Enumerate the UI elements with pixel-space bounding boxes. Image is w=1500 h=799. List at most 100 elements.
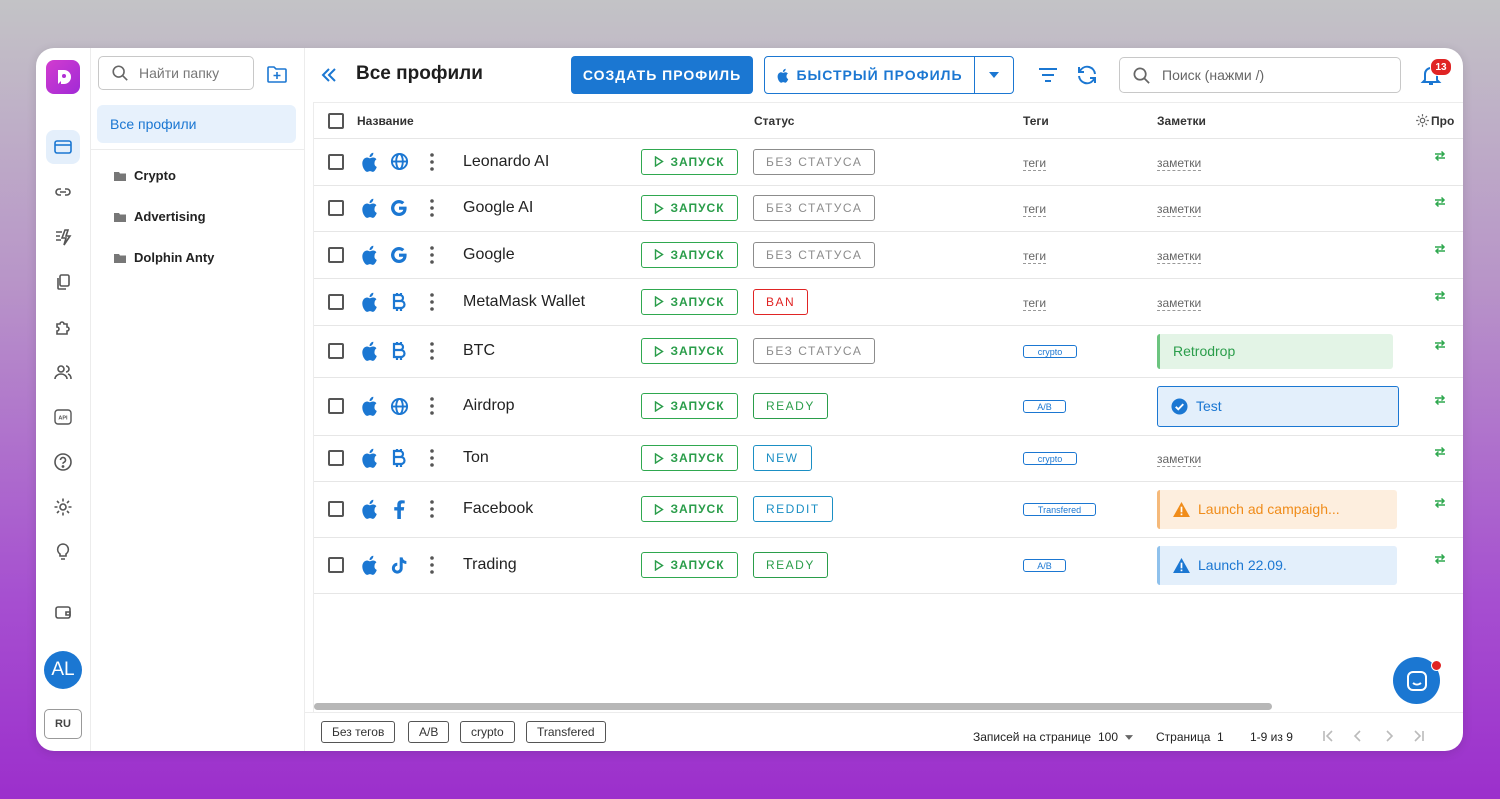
profile-name[interactable]: Airdrop (463, 397, 515, 415)
profile-search[interactable] (1119, 57, 1401, 93)
row-checkbox[interactable] (328, 398, 344, 414)
table-row[interactable]: BTC ЗАПУСК БЕЗ СТАТУСА crypto Retrodrop (314, 325, 1463, 378)
tag-placeholder[interactable]: теги (1023, 202, 1047, 217)
launch-button[interactable]: ЗАПУСК (641, 445, 738, 471)
more-vert-icon[interactable] (430, 500, 434, 518)
settings-nav[interactable] (46, 490, 80, 524)
column-tags[interactable]: Теги (1023, 114, 1049, 128)
tag-pill[interactable]: crypto (1023, 345, 1077, 358)
page-number[interactable]: 1 (1217, 730, 1224, 744)
caret-down-icon[interactable] (1125, 735, 1133, 740)
footer-tag-crypto[interactable]: crypto (460, 721, 515, 743)
automation-nav[interactable] (46, 220, 80, 254)
footer-tag-ab[interactable]: A/B (408, 721, 450, 743)
swap-icon[interactable] (1434, 290, 1446, 302)
status-badge[interactable]: NEW (753, 445, 812, 471)
swap-icon[interactable] (1434, 446, 1446, 458)
note-placeholder[interactable]: заметки (1157, 296, 1202, 311)
column-notes[interactable]: Заметки (1157, 114, 1206, 128)
tag-placeholder[interactable]: теги (1023, 249, 1047, 264)
extensions-nav[interactable] (46, 310, 80, 344)
status-badge[interactable]: BAN (753, 288, 809, 315)
launch-button[interactable]: ЗАПУСК (641, 393, 738, 419)
column-settings-icon[interactable] (1415, 113, 1430, 128)
row-checkbox[interactable] (328, 246, 344, 263)
table-row[interactable]: Facebook ЗАПУСК REDDIT Transfered Launch ad … (314, 481, 1463, 538)
tag-placeholder[interactable]: теги (1023, 296, 1047, 311)
swap-icon[interactable] (1434, 243, 1446, 255)
more-vert-icon[interactable] (430, 342, 434, 360)
note-card[interactable]: Launch ad campaigh... (1157, 489, 1397, 529)
folder-item-advertising[interactable]: Advertising (113, 209, 206, 224)
table-row[interactable]: Ton ЗАПУСК NEW crypto заметки (314, 435, 1463, 482)
status-badge[interactable]: БЕЗ СТАТУСА (753, 195, 876, 221)
table-row[interactable]: Google ЗАПУСК БЕЗ СТАТУСА теги заметки (314, 231, 1463, 279)
table-row[interactable]: Google AI ЗАПУСК БЕЗ СТАТУСА теги заметки (314, 185, 1463, 232)
launch-button[interactable]: ЗАПУСК (641, 241, 738, 268)
swap-icon[interactable] (1434, 553, 1446, 565)
create-profile-button[interactable]: СОЗДАТЬ ПРОФИЛЬ (571, 56, 753, 94)
launch-button[interactable]: ЗАПУСК (641, 148, 738, 175)
launch-button[interactable]: ЗАПУСК (641, 338, 738, 364)
more-vert-icon[interactable] (430, 292, 434, 311)
status-badge[interactable]: БЕЗ СТАТУСА (753, 338, 876, 364)
profile-name[interactable]: Ton (463, 449, 489, 467)
more-vert-icon[interactable] (430, 449, 434, 467)
status-badge[interactable]: REDDIT (753, 496, 833, 522)
row-checkbox[interactable] (328, 200, 344, 216)
add-folder-icon[interactable] (266, 63, 288, 85)
more-vert-icon[interactable] (430, 152, 434, 171)
row-checkbox[interactable] (328, 293, 344, 310)
swap-icon[interactable] (1434, 339, 1446, 351)
row-checkbox[interactable] (328, 343, 344, 359)
tag-pill[interactable]: A/B (1023, 400, 1066, 413)
browser-profiles-nav[interactable] (46, 130, 80, 164)
more-vert-icon[interactable] (430, 245, 434, 264)
status-badge[interactable]: БЕЗ СТАТУСА (753, 241, 876, 268)
row-checkbox[interactable] (328, 501, 344, 517)
table-row[interactable]: Airdrop ЗАПУСК READY A/B Test (314, 377, 1463, 436)
rows-per-page-select[interactable]: 100 (1098, 730, 1118, 744)
horizontal-scrollbar[interactable] (314, 703, 1272, 710)
ideas-nav[interactable] (46, 535, 80, 569)
note-placeholder[interactable]: заметки (1157, 156, 1202, 171)
note-placeholder[interactable]: заметки (1157, 202, 1202, 217)
profile-name[interactable]: Facebook (463, 500, 533, 518)
table-row[interactable]: Leonardo AI ЗАПУСК БЕЗ СТАТУСА теги заметки (314, 138, 1463, 186)
team-nav[interactable] (46, 355, 80, 389)
profile-name[interactable]: Google (463, 246, 515, 264)
row-checkbox[interactable] (328, 450, 344, 466)
folder-search-input[interactable] (137, 64, 251, 82)
quick-profile-button[interactable]: БЫСТРЫЙ ПРОФИЛЬ (764, 56, 1014, 94)
prev-page-icon[interactable] (1351, 729, 1365, 743)
note-placeholder[interactable]: заметки (1157, 452, 1202, 467)
wallet-nav[interactable] (46, 595, 80, 629)
profile-name[interactable]: BTC (463, 342, 495, 360)
note-placeholder[interactable]: заметки (1157, 249, 1202, 264)
column-name[interactable]: Название (357, 114, 414, 128)
footer-tag-transfered[interactable]: Transfered (526, 721, 606, 743)
swap-icon[interactable] (1434, 497, 1446, 509)
dolphin-logo[interactable] (46, 60, 80, 94)
refresh-icon[interactable] (1075, 63, 1099, 87)
column-proxy[interactable]: Про (1431, 114, 1454, 128)
last-page-icon[interactable] (1412, 729, 1426, 743)
user-avatar[interactable]: AL (44, 651, 82, 689)
folder-all-profiles[interactable]: Все профили (97, 105, 296, 143)
tag-placeholder[interactable]: теги (1023, 156, 1047, 171)
launch-button[interactable]: ЗАПУСК (641, 496, 738, 522)
more-vert-icon[interactable] (430, 556, 434, 574)
note-card[interactable]: Test (1157, 385, 1399, 427)
language-switch[interactable]: RU (44, 709, 82, 739)
profile-search-input[interactable] (1160, 66, 1394, 84)
launch-button[interactable]: ЗАПУСК (641, 195, 738, 221)
tag-pill[interactable]: crypto (1023, 452, 1077, 465)
table-row[interactable]: MetaMask Wallet ЗАПУСК BAN теги заметки (314, 278, 1463, 326)
tag-pill[interactable]: Transfered (1023, 503, 1096, 516)
tag-pill[interactable]: A/B (1023, 559, 1066, 572)
folder-search[interactable] (98, 56, 254, 90)
quick-profile-main[interactable]: БЫСТРЫЙ ПРОФИЛЬ (765, 57, 974, 93)
status-badge[interactable]: READY (753, 393, 828, 419)
footer-tag-no-tags[interactable]: Без тегов (321, 721, 396, 743)
more-vert-icon[interactable] (430, 199, 434, 217)
